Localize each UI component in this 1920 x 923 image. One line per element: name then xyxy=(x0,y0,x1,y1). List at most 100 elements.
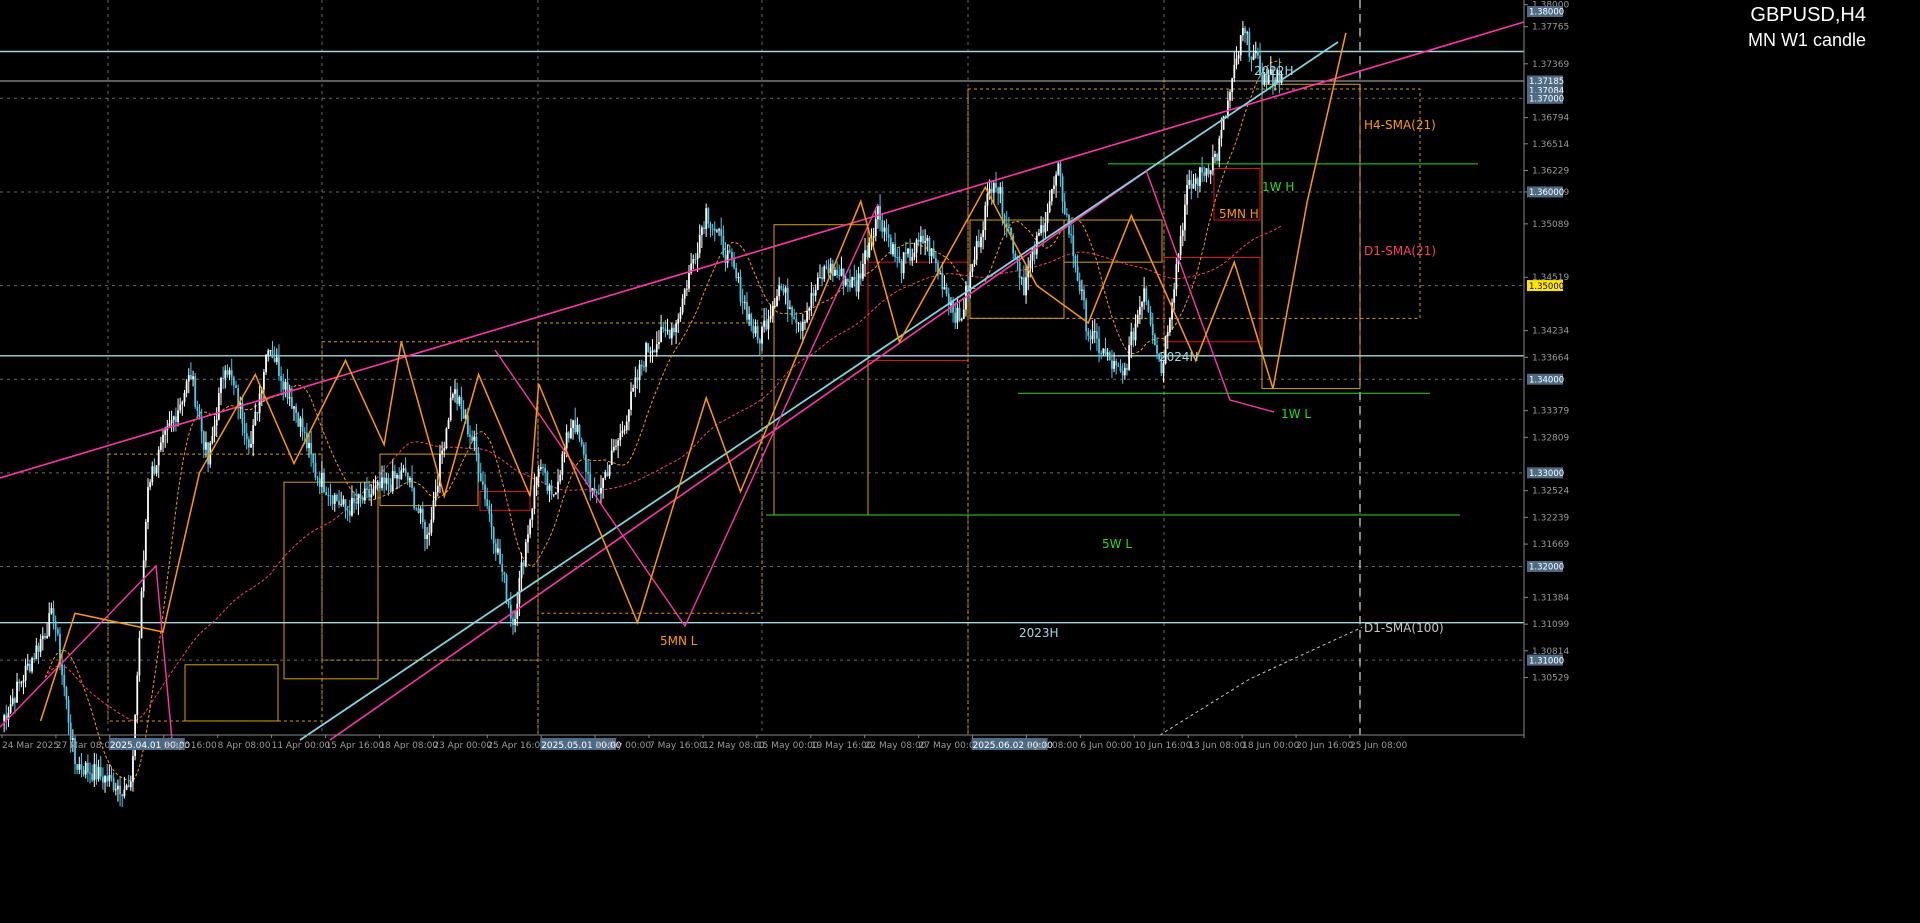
candle-body xyxy=(136,675,139,716)
price-tick-label: 1.32524 xyxy=(1532,487,1569,497)
candle-body xyxy=(509,604,512,619)
candle-body xyxy=(1100,353,1103,355)
candle-body xyxy=(63,674,66,688)
candle-body xyxy=(956,307,959,323)
candle-body xyxy=(157,449,160,466)
candle-body xyxy=(958,307,961,321)
candle-body xyxy=(1138,306,1141,315)
candle-body xyxy=(1241,28,1244,36)
candle-body xyxy=(705,208,708,229)
time-tick-label: 13 Jun 08:00 xyxy=(1188,741,1245,751)
time-tick-label: 11 Apr 00:00 xyxy=(272,741,331,751)
price-tag-label: 1.34000 xyxy=(1529,375,1564,385)
candle-body xyxy=(402,468,405,471)
candle-body xyxy=(1229,92,1231,101)
candle-body xyxy=(997,187,1000,194)
candle-body xyxy=(1059,163,1062,177)
candle-body xyxy=(971,264,974,272)
candle-body xyxy=(984,205,987,231)
candle-body xyxy=(902,252,905,274)
candle-body xyxy=(1141,302,1143,307)
candle-body xyxy=(479,473,482,482)
candle-body xyxy=(256,411,259,414)
label-h4-sma-21: H4-SMA(21) xyxy=(1364,118,1436,132)
candle-body xyxy=(1149,311,1152,325)
candle-body xyxy=(943,287,946,290)
time-tick-label: 6 Jun 00:00 xyxy=(1080,741,1132,751)
candle-body xyxy=(247,439,250,448)
candle-body xyxy=(1083,289,1085,301)
candle-body xyxy=(31,658,33,672)
candle-body xyxy=(441,450,444,455)
candle-body xyxy=(1102,348,1105,354)
candle-body xyxy=(922,235,924,243)
price-tag-label: 1.32000 xyxy=(1529,563,1564,573)
candle-body xyxy=(982,230,985,237)
candle-body xyxy=(269,350,272,352)
candle-body xyxy=(35,645,38,660)
candle-body xyxy=(497,548,499,553)
candle-body xyxy=(919,235,922,242)
candle-body xyxy=(915,239,918,253)
candle-body xyxy=(1113,361,1115,369)
candle-body xyxy=(336,494,338,501)
candle-body xyxy=(529,519,532,535)
candle-body xyxy=(168,423,171,427)
time-tick-label: 3 Jun 08:00 xyxy=(1026,741,1078,751)
candle-body xyxy=(675,323,678,333)
candle-body xyxy=(643,366,645,368)
chart-background xyxy=(0,0,1920,923)
candle-body xyxy=(125,785,128,790)
candle-body xyxy=(18,681,21,684)
candle-body xyxy=(153,466,156,474)
candle-body xyxy=(1252,53,1255,60)
candle-body xyxy=(767,318,770,330)
candle-body xyxy=(784,287,787,293)
candle-body xyxy=(542,467,544,469)
candle-body xyxy=(608,464,611,476)
candle-body xyxy=(179,404,182,411)
price-tag-label: 1.36000 xyxy=(1529,188,1564,198)
candle-body xyxy=(1072,235,1075,257)
candle-body xyxy=(447,420,450,429)
candle-body xyxy=(806,310,808,322)
candle-body xyxy=(685,288,688,290)
candle-body xyxy=(385,478,388,484)
candle-body xyxy=(290,397,293,409)
candle-body xyxy=(250,443,252,448)
candle-body xyxy=(340,504,343,506)
candle-body xyxy=(688,273,690,289)
candle-body xyxy=(76,764,79,770)
candle-body xyxy=(909,248,912,261)
candle-body xyxy=(681,298,684,313)
candle-body xyxy=(716,230,718,232)
candle-body xyxy=(419,508,422,513)
price-tag-label: 1.35000 xyxy=(1529,282,1564,292)
candle-body xyxy=(986,193,989,206)
candle-body xyxy=(1029,260,1032,268)
candle-body xyxy=(381,477,383,488)
candle-body xyxy=(91,773,94,781)
candle-body xyxy=(265,354,267,373)
candle-body xyxy=(342,499,345,505)
candle-body xyxy=(1192,183,1195,189)
candle-body xyxy=(999,187,1002,194)
candle-body xyxy=(181,401,184,405)
candle-body xyxy=(484,484,486,500)
candle-body xyxy=(889,237,892,255)
label-5mn-high: 5MN H xyxy=(1219,207,1259,221)
candle-body xyxy=(857,273,860,292)
candle-body xyxy=(1257,51,1259,56)
candle-body xyxy=(546,472,549,491)
candle-body xyxy=(861,264,864,279)
candle-body xyxy=(973,259,976,265)
price-tick-label: 1.31669 xyxy=(1532,540,1569,550)
candle-body xyxy=(162,434,164,443)
price-chart[interactable]: 2022H 2024H 2023H 1W H 1W L 5W L 5MN H 5MN L H4-… xyxy=(0,0,1920,923)
candle-body xyxy=(3,715,6,722)
candle-body xyxy=(314,462,317,478)
candle-body xyxy=(531,508,534,520)
candle-body xyxy=(132,756,134,782)
candle-body xyxy=(1196,178,1199,186)
candle-body xyxy=(926,238,929,242)
